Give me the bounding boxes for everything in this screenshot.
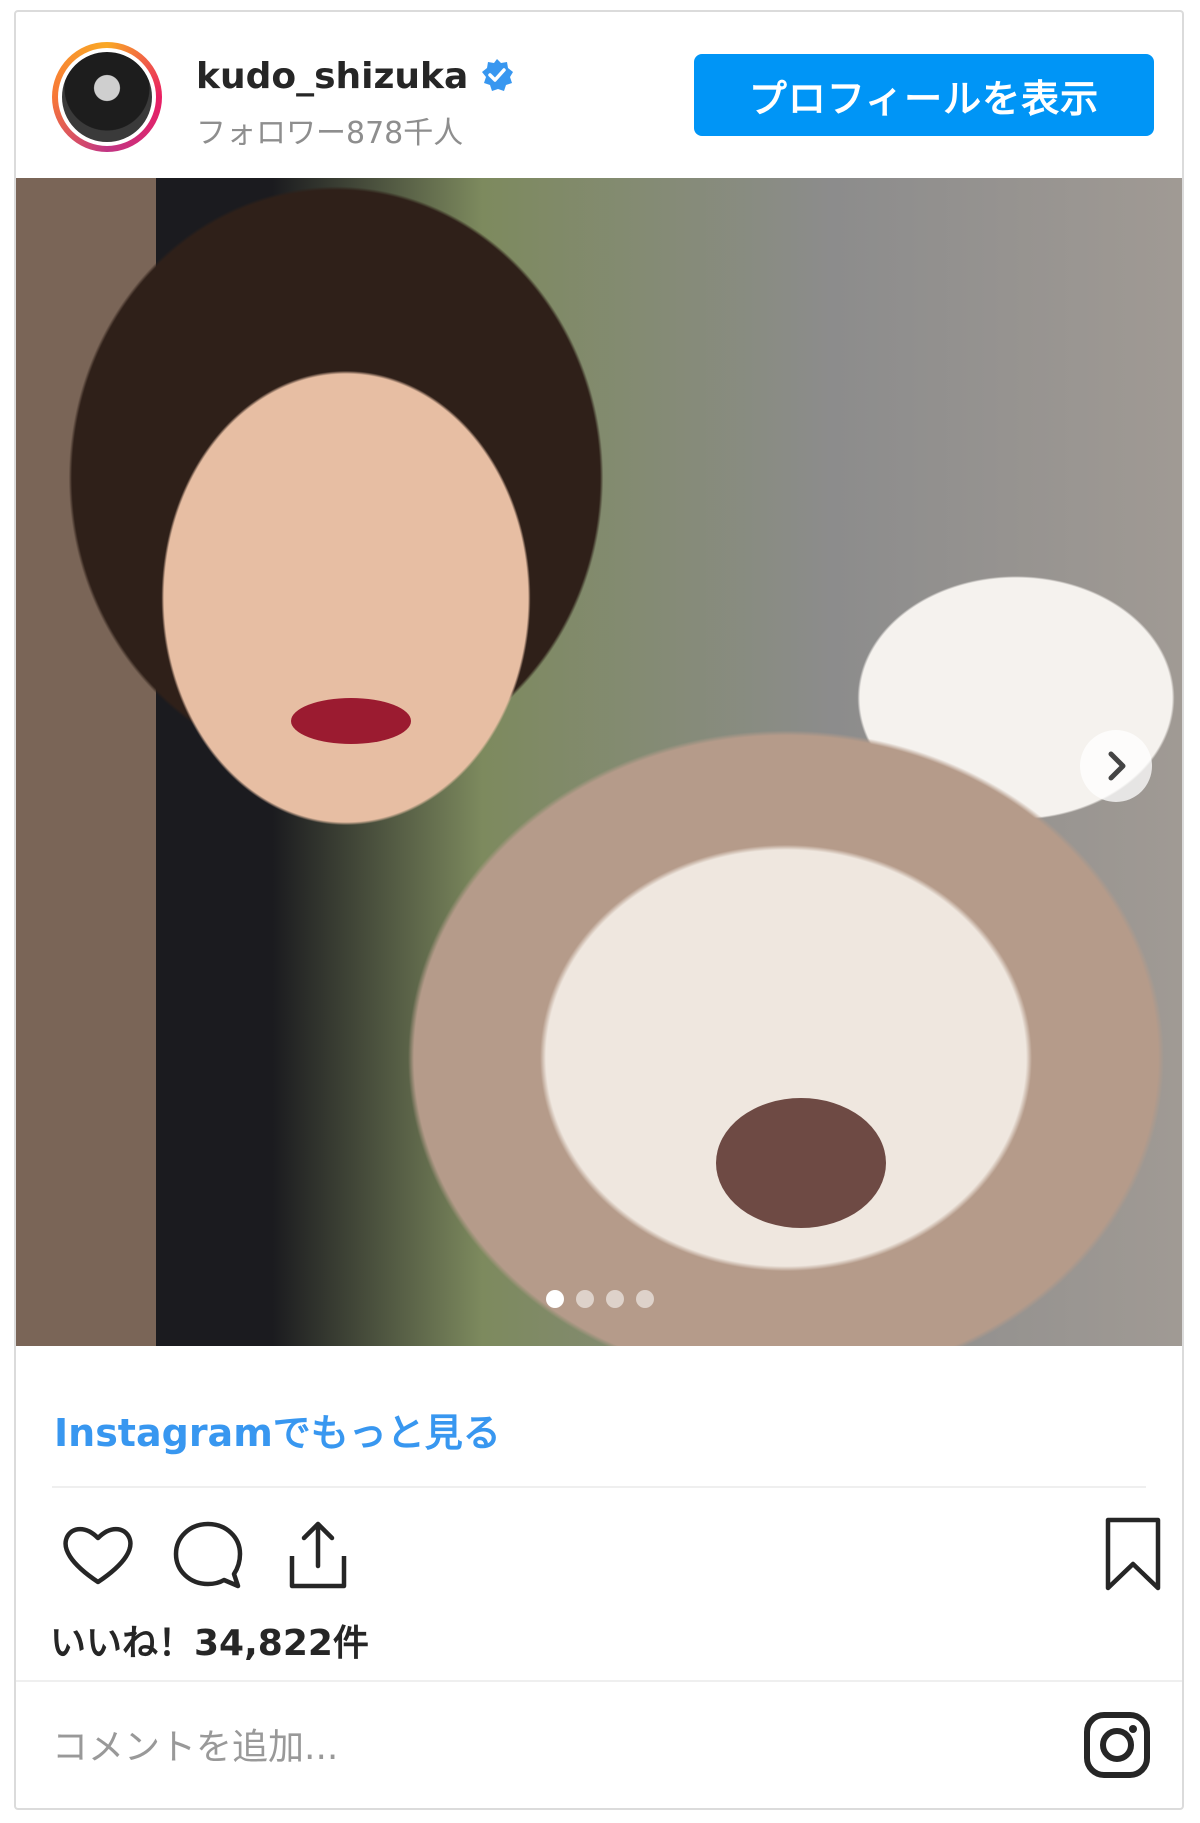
comment-input[interactable] bbox=[50, 1718, 904, 1776]
photo-detail bbox=[716, 1098, 886, 1228]
username-row[interactable]: kudo_shizuka bbox=[196, 56, 514, 97]
carousel-dot bbox=[606, 1290, 624, 1308]
post-photo[interactable] bbox=[16, 178, 1182, 1346]
comment-icon[interactable] bbox=[168, 1514, 248, 1598]
avatar-image bbox=[58, 48, 156, 146]
divider bbox=[52, 1486, 1146, 1488]
verified-badge-icon bbox=[480, 58, 514, 92]
carousel-dot bbox=[546, 1290, 564, 1308]
share-icon[interactable] bbox=[278, 1514, 358, 1598]
bookmark-icon[interactable] bbox=[1098, 1514, 1168, 1598]
follower-count: フォロワー878千人 bbox=[196, 116, 464, 151]
heart-icon[interactable] bbox=[58, 1514, 138, 1598]
carousel-dot bbox=[576, 1290, 594, 1308]
view-more-on-instagram-link[interactable]: Instagramでもっと見る bbox=[54, 1402, 501, 1457]
carousel-dot bbox=[636, 1290, 654, 1308]
photo-detail bbox=[291, 698, 411, 744]
chevron-right-icon[interactable] bbox=[1080, 730, 1152, 802]
carousel-indicator bbox=[546, 1290, 654, 1308]
comment-bar bbox=[16, 1680, 1182, 1810]
instagram-embed-card: kudo_shizuka フォロワー878千人 プロフィールを表示 Instag… bbox=[14, 10, 1184, 1810]
view-profile-button[interactable]: プロフィールを表示 bbox=[694, 54, 1154, 136]
like-count: いいね！34,822件 bbox=[50, 1623, 369, 1664]
action-bar bbox=[46, 1514, 1161, 1604]
instagram-icon[interactable] bbox=[1082, 1710, 1152, 1784]
username[interactable]: kudo_shizuka bbox=[196, 56, 468, 97]
avatar[interactable] bbox=[52, 42, 162, 152]
